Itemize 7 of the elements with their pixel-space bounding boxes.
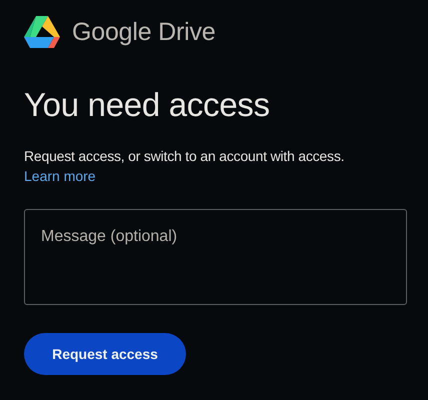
description-text: Request access, or switch to an account with access. (24, 147, 346, 166)
brand-name: Google Drive (72, 18, 216, 46)
learn-more-link[interactable]: Learn more (24, 166, 96, 186)
drive-logo-icon (24, 16, 60, 48)
request-access-button[interactable]: Request access (24, 333, 186, 375)
page-heading: You need access (24, 86, 271, 124)
message-field[interactable]: Message (optional) (24, 209, 407, 305)
